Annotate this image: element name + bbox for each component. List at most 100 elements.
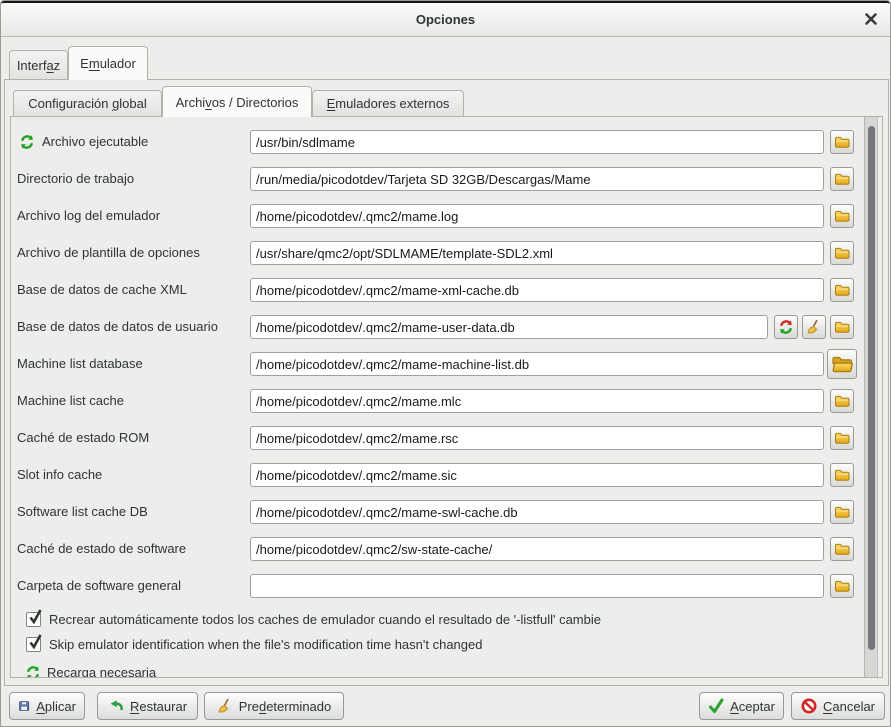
files-directories-panel: Archivo ejecutable Directorio de trabajo…	[10, 116, 883, 678]
close-icon	[863, 11, 879, 27]
browse-folder-button[interactable]	[830, 241, 854, 265]
form-row-machine-list-db: Machine list database	[11, 352, 882, 376]
folder-icon	[834, 134, 850, 150]
field-label: Caché de estado ROM	[17, 426, 149, 450]
browse-folder-button[interactable]	[830, 278, 854, 302]
software-state-cache-input[interactable]	[250, 537, 824, 561]
field-label: Base de datos de cache XML	[17, 278, 187, 302]
browse-folder-button[interactable]	[830, 574, 854, 598]
floppy-icon	[18, 698, 30, 714]
slot-info-cache-input[interactable]	[250, 463, 824, 487]
browse-folder-button[interactable]	[830, 500, 854, 524]
folder-icon	[834, 578, 850, 594]
browse-folder-button[interactable]	[830, 204, 854, 228]
form-row-sw-state-cache: Caché de estado de software	[11, 537, 882, 561]
browse-folder-button[interactable]	[830, 167, 854, 191]
apply-button[interactable]: Aplicar	[9, 692, 85, 720]
machine-list-db-input[interactable]	[250, 352, 824, 376]
tab-emuladores-externos[interactable]: Emuladores externos	[312, 90, 464, 116]
skip-identification-checkbox[interactable]	[26, 637, 41, 652]
checkmark-icon	[28, 608, 42, 625]
folder-icon	[834, 245, 850, 261]
form-row-user-data: Base de datos de datos de usuario	[11, 315, 882, 339]
rom-state-cache-input[interactable]	[250, 426, 824, 450]
tab-interfaz[interactable]: Interfaz	[9, 50, 68, 79]
field-label: Directorio de trabajo	[17, 167, 134, 191]
field-label: Machine list database	[17, 352, 143, 376]
browse-folder-button[interactable]	[830, 537, 854, 561]
tab-label: Emulador	[80, 56, 136, 71]
form-row-executable: Archivo ejecutable	[11, 130, 882, 154]
form-row-swl-cache-db: Software list cache DB	[11, 500, 882, 524]
folder-icon	[834, 282, 850, 298]
form-row-machine-list-cache: Machine list cache	[11, 389, 882, 413]
titlebar[interactable]: Opciones	[1, 1, 890, 37]
field-label: Caché de estado de software	[17, 537, 186, 561]
folder-icon	[834, 171, 850, 187]
cancel-icon	[801, 698, 817, 714]
reload-icon	[19, 134, 35, 150]
field-label: Archivo log del emulador	[17, 204, 160, 228]
form-row-slot-info-cache: Slot info cache	[11, 463, 882, 487]
tab-label: Archivos / Directorios	[176, 95, 299, 110]
software-list-cache-db-input[interactable]	[250, 500, 824, 524]
button-label: Aplicar	[36, 699, 76, 714]
check-icon	[708, 698, 724, 714]
ok-button[interactable]: Aceptar	[699, 692, 784, 720]
browse-folder-button[interactable]	[830, 463, 854, 487]
field-label: Machine list cache	[17, 389, 124, 413]
folder-icon	[834, 467, 850, 483]
user-data-db-input[interactable]	[250, 315, 768, 339]
tab-archivos-directorios[interactable]: Archivos / Directorios	[162, 86, 312, 117]
form-row-options-template: Archivo de plantilla de opciones	[11, 241, 882, 265]
close-button[interactable]	[863, 11, 879, 27]
form-row-emulator-log: Archivo log del emulador	[11, 204, 882, 228]
vertical-scrollbar[interactable]	[864, 117, 878, 677]
options-template-input[interactable]	[250, 241, 824, 265]
checkbox-row-recreate-caches: Recrear automáticamente todos los caches…	[11, 611, 882, 629]
button-label: Restaurar	[130, 699, 187, 714]
checkmark-icon	[28, 633, 42, 650]
folder-open-icon	[831, 353, 853, 375]
folder-icon	[834, 208, 850, 224]
browse-folder-button[interactable]	[830, 389, 854, 413]
field-label: Base de datos de datos de usuario	[17, 315, 218, 339]
button-label: Aceptar	[730, 699, 775, 714]
general-software-folder-input[interactable]	[250, 574, 824, 598]
xml-cache-db-input[interactable]	[250, 278, 824, 302]
form-row-rom-state-cache: Caché de estado ROM	[11, 426, 882, 450]
clean-user-data-button[interactable]	[802, 315, 826, 339]
reload-icon	[25, 665, 41, 678]
field-label: Software list cache DB	[17, 500, 148, 524]
tab-configuracion-global[interactable]: Configuración global	[13, 90, 162, 116]
recreate-caches-checkbox[interactable]	[26, 612, 41, 627]
cancel-button[interactable]: Cancelar	[791, 692, 885, 720]
tab-label: Interfaz	[17, 58, 60, 73]
default-button[interactable]: Predeterminado	[204, 692, 344, 720]
restore-button[interactable]: Restaurar	[97, 692, 198, 720]
tab-emulador[interactable]: Emulador	[68, 46, 148, 80]
form-row-working-dir: Directorio de trabajo	[11, 167, 882, 191]
reload-required-label: Recarga necesaria	[47, 663, 156, 678]
machine-list-cache-input[interactable]	[250, 389, 824, 413]
emulator-log-input[interactable]	[250, 204, 824, 228]
folder-icon	[834, 319, 850, 335]
dialog-title: Opciones	[416, 12, 475, 27]
executable-file-input[interactable]	[250, 130, 824, 154]
checkbox-label: Skip emulator identification when the fi…	[49, 637, 482, 653]
button-label: Cancelar	[823, 699, 875, 714]
working-directory-input[interactable]	[250, 167, 824, 191]
tab-label: Configuración global	[28, 96, 147, 111]
browse-folder-button[interactable]	[830, 315, 854, 339]
browse-folder-button[interactable]	[830, 426, 854, 450]
field-label: Carpeta de software general	[17, 574, 181, 598]
checkbox-row-skip-identification: Skip emulator identification when the fi…	[11, 636, 882, 654]
browse-folder-button-hover[interactable]	[827, 349, 857, 379]
scrollbar-thumb[interactable]	[868, 126, 875, 650]
clean-icon	[806, 319, 822, 335]
field-label: Archivo ejecutable	[42, 130, 148, 154]
rebuild-user-data-button[interactable]	[774, 315, 798, 339]
form-row-general-sw-folder: Carpeta de software general	[11, 574, 882, 598]
folder-icon	[834, 541, 850, 557]
browse-executable-button[interactable]	[830, 130, 854, 154]
